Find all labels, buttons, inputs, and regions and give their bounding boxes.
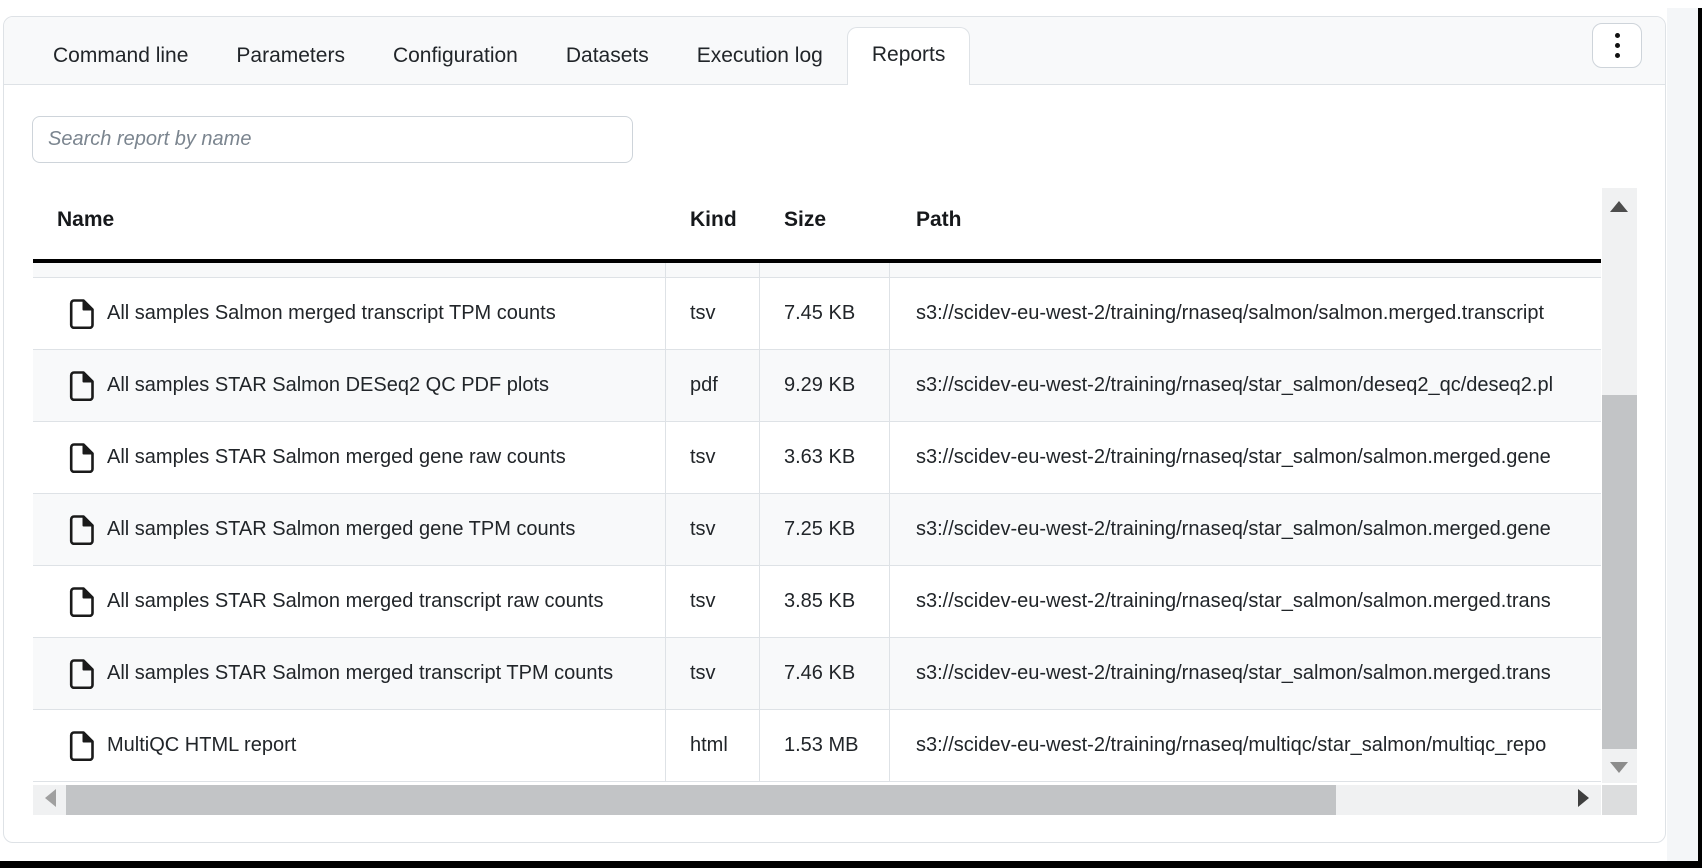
report-name-cell: All samples STAR Salmon merged transcrip… bbox=[33, 638, 666, 709]
column-header-path: Path bbox=[890, 208, 1601, 232]
report-kind-cell: tsv bbox=[666, 566, 760, 637]
run-details-card: Command lineParametersConfigurationDatas… bbox=[3, 16, 1666, 843]
report-row[interactable]: All samples STAR Salmon merged transcrip… bbox=[33, 566, 1601, 638]
tab-reports[interactable]: Reports bbox=[847, 27, 971, 85]
reports-table-body: All samples Salmon merged transcript TPM… bbox=[33, 263, 1601, 783]
window-edge-bottom bbox=[0, 861, 1702, 868]
tab-parameters[interactable]: Parameters bbox=[212, 28, 369, 84]
report-name: All samples Salmon merged transcript TPM… bbox=[107, 302, 556, 325]
report-name: All samples STAR Salmon DESeq2 QC PDF pl… bbox=[107, 374, 549, 397]
vertical-scrollbar-thumb[interactable] bbox=[1602, 395, 1637, 749]
report-size-cell: 7.45 KB bbox=[760, 278, 890, 349]
window-edge-right bbox=[1698, 8, 1702, 868]
report-kind-cell: tsv bbox=[666, 638, 760, 709]
tab-execution-log[interactable]: Execution log bbox=[673, 28, 847, 84]
report-name-cell: All samples Salmon merged transcript TPM… bbox=[33, 278, 666, 349]
report-size-cell: 3.85 KB bbox=[760, 566, 890, 637]
report-row[interactable]: All samples STAR Salmon merged gene raw … bbox=[33, 422, 1601, 494]
report-name-cell: All samples STAR Salmon merged gene TPM … bbox=[33, 494, 666, 565]
report-row[interactable]: All samples STAR Salmon merged transcrip… bbox=[33, 638, 1601, 710]
kebab-menu-icon bbox=[1615, 53, 1620, 58]
report-size-cell: 1.53 MB bbox=[760, 710, 890, 781]
column-header-kind: Kind bbox=[666, 208, 760, 232]
file-icon bbox=[69, 587, 94, 617]
file-icon bbox=[69, 371, 94, 401]
report-name-cell: MultiQC HTML report bbox=[33, 710, 666, 781]
scroll-right-arrow-icon[interactable] bbox=[1578, 789, 1589, 807]
report-path-cell: s3://scidev-eu-west-2/training/rnaseq/st… bbox=[890, 494, 1601, 565]
report-size-cell: 9.29 KB bbox=[760, 350, 890, 421]
report-name: MultiQC HTML report bbox=[107, 734, 296, 757]
browser-scrollbar-gutter bbox=[1667, 8, 1698, 861]
report-name-cell: All samples STAR Salmon merged gene raw … bbox=[33, 422, 666, 493]
tab-configuration[interactable]: Configuration bbox=[369, 28, 542, 84]
run-details-page: Command lineParametersConfigurationDatas… bbox=[0, 0, 1702, 868]
horizontal-scrollbar-thumb[interactable] bbox=[66, 785, 1336, 815]
report-kind-cell: pdf bbox=[666, 350, 760, 421]
kebab-menu-button[interactable] bbox=[1592, 23, 1642, 68]
search-input[interactable] bbox=[32, 116, 633, 163]
report-name-cell: All samples STAR Salmon DESeq2 QC PDF pl… bbox=[33, 350, 666, 421]
file-icon bbox=[69, 299, 94, 329]
report-name: All samples STAR Salmon merged transcrip… bbox=[107, 590, 603, 613]
report-size-cell: 7.46 KB bbox=[760, 638, 890, 709]
report-kind-cell: tsv bbox=[666, 422, 760, 493]
report-path-cell: s3://scidev-eu-west-2/training/rnaseq/mu… bbox=[890, 710, 1601, 781]
column-header-name: Name bbox=[33, 208, 666, 232]
report-size-cell: 3.63 KB bbox=[760, 422, 890, 493]
report-kind-cell: html bbox=[666, 710, 760, 781]
tab-list: Command lineParametersConfigurationDatas… bbox=[29, 27, 970, 84]
report-row[interactable]: MultiQC HTML report html1.53 MBs3://scide… bbox=[33, 710, 1601, 782]
kebab-menu-icon bbox=[1615, 43, 1620, 48]
report-path-cell: s3://scidev-eu-west-2/training/rnaseq/st… bbox=[890, 422, 1601, 493]
kebab-menu-icon bbox=[1615, 33, 1620, 38]
report-path-cell: s3://scidev-eu-west-2/training/rnaseq/st… bbox=[890, 350, 1601, 421]
table-header-row: NameKindSizePath bbox=[33, 183, 1601, 256]
report-size-cell: 7.25 KB bbox=[760, 494, 890, 565]
report-kind-cell: tsv bbox=[666, 278, 760, 349]
file-icon bbox=[69, 443, 94, 473]
scroll-up-arrow-icon[interactable] bbox=[1610, 201, 1628, 212]
report-name-cell: All samples STAR Salmon merged transcrip… bbox=[33, 566, 666, 637]
report-kind-cell: tsv bbox=[666, 494, 760, 565]
vertical-scrollbar[interactable] bbox=[1602, 188, 1637, 783]
report-name: All samples STAR Salmon merged gene TPM … bbox=[107, 518, 575, 541]
scroll-down-arrow-icon[interactable] bbox=[1610, 762, 1628, 773]
tab-datasets[interactable]: Datasets bbox=[542, 28, 673, 84]
report-path-cell: s3://scidev-eu-west-2/training/rnaseq/st… bbox=[890, 638, 1601, 709]
file-icon bbox=[69, 731, 94, 761]
horizontal-scrollbar[interactable] bbox=[33, 785, 1601, 815]
scroll-left-arrow-icon[interactable] bbox=[45, 789, 56, 807]
file-icon bbox=[69, 659, 94, 689]
report-row[interactable]: All samples Salmon merged transcript TPM… bbox=[33, 278, 1601, 350]
report-row[interactable]: All samples STAR Salmon merged gene TPM … bbox=[33, 494, 1601, 566]
column-header-size: Size bbox=[760, 208, 890, 232]
report-row[interactable]: All samples STAR Salmon DESeq2 QC PDF pl… bbox=[33, 350, 1601, 422]
tab-bar: Command lineParametersConfigurationDatas… bbox=[4, 17, 1665, 85]
report-name: All samples STAR Salmon merged transcrip… bbox=[107, 662, 613, 685]
file-icon bbox=[69, 515, 94, 545]
partial-row bbox=[33, 263, 1601, 278]
tab-command-line[interactable]: Command line bbox=[29, 28, 212, 84]
scrollbar-corner bbox=[1602, 785, 1637, 815]
report-path-cell: s3://scidev-eu-west-2/training/rnaseq/st… bbox=[890, 566, 1601, 637]
report-path-cell: s3://scidev-eu-west-2/training/rnaseq/sa… bbox=[890, 278, 1601, 349]
report-name: All samples STAR Salmon merged gene raw … bbox=[107, 446, 566, 469]
